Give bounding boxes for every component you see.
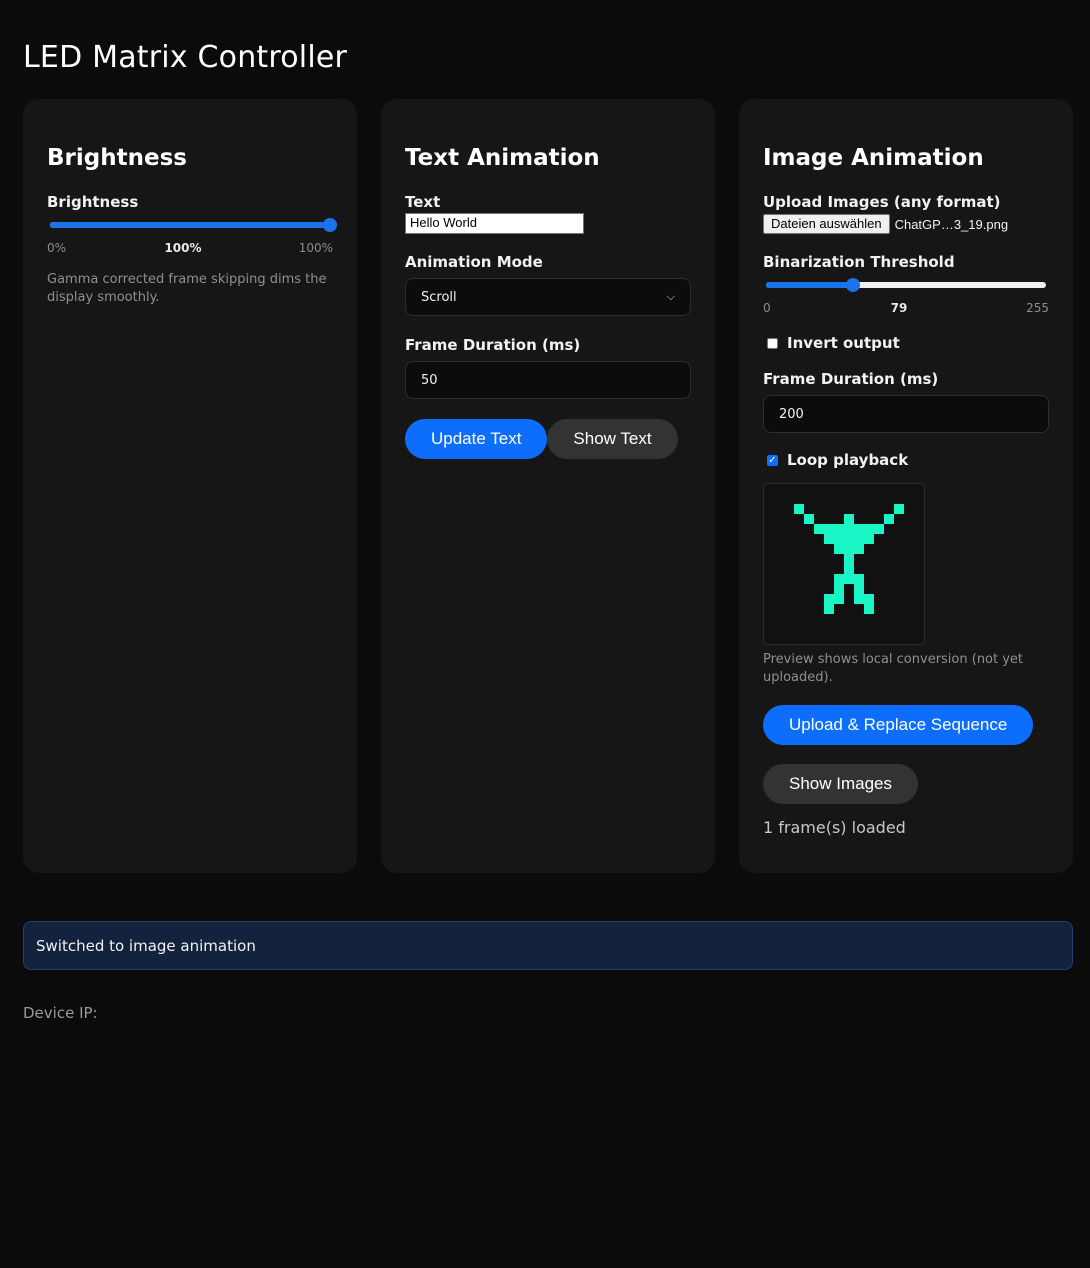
text-label: Text <box>405 193 441 211</box>
threshold-scale: 0 79 255 <box>763 301 1049 315</box>
show-text-button[interactable]: Show Text <box>547 419 678 459</box>
invert-output-label: Invert output <box>787 334 900 352</box>
image-frame-duration-label: Frame Duration (ms) <box>763 370 939 388</box>
preview-pixel <box>854 584 864 594</box>
preview-pixel <box>834 574 844 584</box>
preview-pixel <box>824 524 834 534</box>
brightness-heading: Brightness <box>47 145 187 171</box>
threshold-slider-track <box>766 278 1046 292</box>
page-title: LED Matrix Controller <box>23 40 348 75</box>
loop-playback-label: Loop playback <box>787 451 909 469</box>
preview-pixel <box>844 574 854 584</box>
threshold-value-label: 79 <box>890 301 908 315</box>
loop-playback-row[interactable]: ✓ Loop playback <box>763 451 1049 469</box>
pixel-figure-preview <box>794 504 904 614</box>
invert-output-row[interactable]: Invert output <box>763 334 1049 352</box>
brightness-scale: 0% 100% 100% <box>47 241 333 255</box>
preview-pixel <box>804 514 814 524</box>
text-input[interactable]: Hello World <box>405 213 584 234</box>
preview-pixel <box>824 534 834 544</box>
text-animation-card: Text Animation Text Hello World Animatio… <box>381 99 715 873</box>
threshold-slider-fill <box>766 282 853 288</box>
preview-pixel <box>884 514 894 524</box>
image-animation-heading: Image Animation <box>763 145 984 171</box>
text-frame-duration-input[interactable]: 50 <box>405 361 691 399</box>
brightness-slider-track <box>50 218 337 232</box>
frames-loaded-status: 1 frame(s) loaded <box>763 818 906 837</box>
brightness-value-label: 100% <box>164 241 202 255</box>
preview-pixel <box>864 524 874 534</box>
preview-pixel <box>854 534 864 544</box>
text-actions: Update Text Show Text <box>405 419 691 459</box>
brightness-hint: Gamma corrected frame skipping dims the … <box>47 272 327 305</box>
image-animation-card: Image Animation Upload Images (any forma… <box>739 99 1073 873</box>
threshold-min-label: 0 <box>763 301 771 315</box>
selected-file-name: ChatGP…3_19.png <box>894 216 1009 232</box>
preview-pixel <box>854 524 864 534</box>
threshold-slider-thumb[interactable] <box>845 278 860 292</box>
preview-pixel <box>874 524 884 534</box>
brightness-max-label: 100% <box>298 241 333 255</box>
show-images-button[interactable]: Show Images <box>763 764 918 804</box>
choose-files-button[interactable]: Dateien auswählen <box>763 214 890 234</box>
preview-pixel <box>834 584 844 594</box>
image-frame-duration-input[interactable]: 200 <box>763 395 1049 433</box>
preview-pixel <box>824 604 834 614</box>
preview-pixel <box>864 594 874 604</box>
upload-images-label: Upload Images (any format) <box>763 193 1001 211</box>
preview-pixel <box>844 544 854 554</box>
status-message: Switched to image animation <box>23 921 1073 970</box>
file-picker: Dateien auswählen ChatGP…3_19.png <box>763 214 1049 234</box>
brightness-label: Brightness <box>47 193 139 211</box>
preview-pixel <box>834 534 844 544</box>
threshold-max-label: 255 <box>1026 301 1049 315</box>
preview-pixel <box>814 524 824 534</box>
invert-output-checkbox[interactable] <box>767 337 778 349</box>
update-text-button[interactable]: Update Text <box>405 419 548 459</box>
preview-pixel <box>854 574 864 584</box>
preview-pixel <box>864 534 874 544</box>
threshold-label: Binarization Threshold <box>763 253 955 271</box>
loop-playback-checkbox[interactable]: ✓ <box>767 454 778 466</box>
device-ip-label: Device IP: <box>23 1004 98 1022</box>
preview-pixel <box>844 534 854 544</box>
brightness-slider-thumb[interactable] <box>323 218 337 232</box>
preview-pixel <box>794 504 804 514</box>
preview-pixel <box>844 564 854 574</box>
preview-pixel <box>834 524 844 534</box>
text-frame-duration-label: Frame Duration (ms) <box>405 336 581 354</box>
preview-pixel <box>894 504 904 514</box>
upload-replace-button[interactable]: Upload & Replace Sequence <box>763 705 1034 745</box>
text-animation-heading: Text Animation <box>405 145 600 171</box>
preview-pixel <box>824 594 834 604</box>
chevron-down-icon: ⌵ <box>666 290 675 303</box>
brightness-card: Brightness Brightness 0% 100% 100% Gamma… <box>23 99 357 873</box>
brightness-slider[interactable] <box>47 215 337 237</box>
image-preview <box>763 483 925 645</box>
preview-pixel <box>854 594 864 604</box>
threshold-slider[interactable] <box>763 275 1049 297</box>
preview-pixel <box>844 554 854 564</box>
preview-pixel <box>834 594 844 604</box>
preview-pixel <box>834 544 844 554</box>
animation-mode-select[interactable]: Scroll ⌵ <box>405 278 691 316</box>
preview-pixel <box>844 514 854 524</box>
animation-mode-label: Animation Mode <box>405 253 543 271</box>
status-message-text: Switched to image animation <box>36 936 256 955</box>
preview-pixel <box>854 544 864 554</box>
preview-pixel <box>844 524 854 534</box>
animation-mode-value: Scroll <box>421 289 457 305</box>
preview-pixel <box>864 604 874 614</box>
preview-caption: Preview shows local conversion (not yet … <box>763 652 1024 685</box>
brightness-slider-fill <box>50 222 330 228</box>
brightness-min-label: 0% <box>47 241 67 255</box>
device-ip: Device IP: <box>23 1004 98 1022</box>
